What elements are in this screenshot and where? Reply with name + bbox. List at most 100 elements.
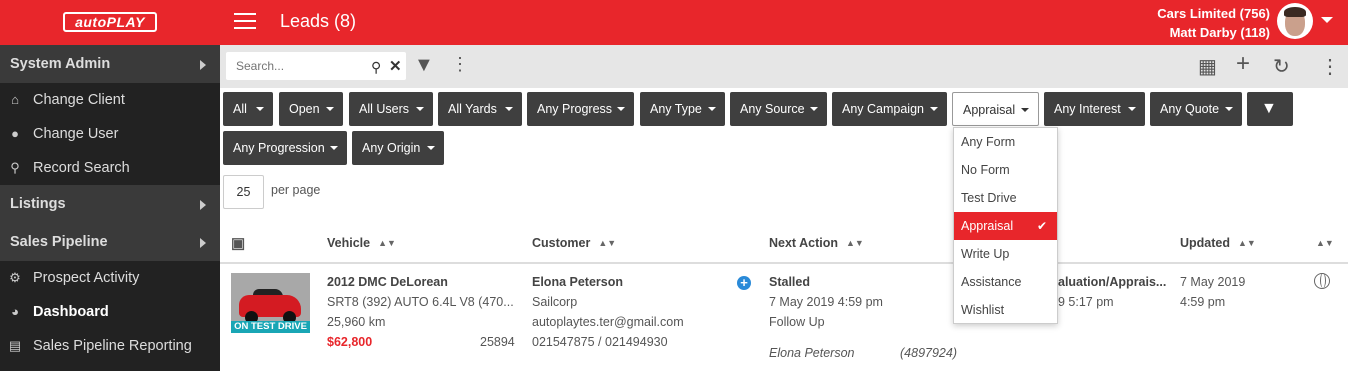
menu-toggle-icon[interactable] <box>234 13 256 31</box>
activity-cell: aluation/Apprais... 9 5:17 pm <box>1058 272 1166 312</box>
stock-number: 25894 <box>480 335 515 349</box>
filter-yards[interactable]: All Yards <box>438 92 522 126</box>
customer-name[interactable]: Elona Peterson <box>532 275 623 289</box>
search-icon[interactable]: ⚲ <box>371 59 381 76</box>
dropdown-option-no-form[interactable]: No Form <box>954 156 1057 184</box>
sidebar-section-system-admin[interactable]: System Admin <box>0 45 220 83</box>
filter-progression[interactable]: Any Progression <box>223 131 347 165</box>
dropdown-option-assistance[interactable]: Assistance <box>954 268 1057 296</box>
caret-down-icon <box>617 107 625 111</box>
caret-down-icon <box>708 107 716 111</box>
chevron-right-icon <box>200 200 206 210</box>
search-box: ⚲ ✕ <box>226 52 406 80</box>
autoplay-logo[interactable]: autoPLAY <box>63 12 157 32</box>
vehicle-spec: SRT8 (392) AUTO 6.4L V8 (470... <box>327 295 514 309</box>
filter-campaign[interactable]: Any Campaign <box>832 92 947 126</box>
sort-icon: ▲▼ <box>378 238 396 248</box>
vehicle-cell: 2012 DMC DeLorean SRT8 (392) AUTO 6.4L V… <box>327 272 522 352</box>
caret-down-icon <box>427 146 435 150</box>
caret-down-icon <box>1128 107 1136 111</box>
per-page-select[interactable]: 25 <box>223 175 264 209</box>
dropdown-option-wishlist[interactable]: Wishlist <box>954 296 1057 324</box>
vehicle-title[interactable]: 2012 DMC DeLorean <box>327 275 448 289</box>
caret-down-icon <box>330 146 338 150</box>
action-status: Stalled <box>769 275 810 289</box>
filter-all[interactable]: All <box>223 92 273 126</box>
chart-icon: ▤ <box>8 338 22 353</box>
sort-icon: ▲▼ <box>1238 238 1256 248</box>
column-header-vehicle[interactable]: Vehicle ▲▼ <box>327 236 396 250</box>
gear-icon: ⚙ <box>9 270 21 285</box>
next-action-cell: Stalled 7 May 2019 4:59 pm Follow Up <box>769 272 969 332</box>
filter-origin[interactable]: Any Origin <box>352 131 444 165</box>
chevron-down-icon[interactable] <box>1321 17 1333 23</box>
sidebar-item-prospect-activity[interactable]: ⚙ Prospect Activity <box>0 261 220 295</box>
sidebar-item-change-client[interactable]: ⌂ Change Client <box>0 83 220 117</box>
vehicle-odometer: 25,960 km <box>327 315 386 329</box>
filter-quote[interactable]: Any Quote <box>1150 92 1242 126</box>
dropdown-option-test-drive[interactable]: Test Drive <box>954 184 1057 212</box>
dashboard-icon: ◕ <box>11 304 19 319</box>
column-options-icon[interactable]: ⋮ <box>451 54 469 75</box>
dropdown-option-appraisal[interactable]: Appraisal ✔ <box>954 212 1057 240</box>
sort-icon: ▲▼ <box>846 238 864 248</box>
caret-down-icon <box>810 107 818 111</box>
customer-phone[interactable]: 021547875 / 021494930 <box>532 332 732 352</box>
globe-icon[interactable] <box>1314 273 1330 289</box>
form-filter-dropdown: Any Form No Form Test Drive Appraisal ✔ W… <box>953 127 1058 324</box>
sidebar: System Admin ⌂ Change Client ● Change User… <box>0 45 220 371</box>
dropdown-option-any-form[interactable]: Any Form <box>954 128 1057 156</box>
sidebar-item-record-search[interactable]: ⚲ Record Search <box>0 151 220 185</box>
avatar[interactable] <box>1277 3 1313 39</box>
sidebar-section-sales-pipeline[interactable]: Sales Pipeline <box>0 223 220 261</box>
filter-progress[interactable]: Any Progress <box>527 92 634 126</box>
activity-time: 9 5:17 pm <box>1058 295 1114 309</box>
filter-source[interactable]: Any Source <box>730 92 827 126</box>
page-title: Leads (8) <box>280 11 357 31</box>
filter-interest[interactable]: Any Interest <box>1044 92 1145 126</box>
caret-down-icon <box>416 107 424 111</box>
filter-users[interactable]: All Users <box>349 92 433 126</box>
sort-icon[interactable]: ▲▼ <box>1316 236 1334 250</box>
add-icon[interactable]: + <box>1236 50 1250 78</box>
per-page-label: per page <box>271 183 321 197</box>
search-icon: ⚲ <box>10 160 20 175</box>
sidebar-item-sales-pipeline-reporting[interactable]: ▤ Sales Pipeline Reporting <box>0 329 220 363</box>
table-row[interactable]: ON TEST DRIVE 2012 DMC DeLorean SRT8 (39… <box>220 265 1348 371</box>
caret-down-icon <box>256 107 264 111</box>
account-info[interactable]: Cars Limited (756) Matt Darby (118) <box>1157 4 1270 42</box>
clear-filters-button[interactable]: ▼ <box>1247 92 1293 126</box>
vehicle-thumbnail[interactable]: ON TEST DRIVE <box>231 273 310 333</box>
vehicle-price: $62,800 <box>327 335 373 349</box>
more-options-icon[interactable]: ⋮ <box>1320 54 1340 79</box>
caret-down-icon <box>326 107 334 111</box>
status-badge: ON TEST DRIVE <box>231 321 310 333</box>
filter-form[interactable]: Appraisal <box>952 92 1039 126</box>
search-input[interactable] <box>226 52 366 80</box>
column-header-next-action[interactable]: Next Action ▲▼ <box>769 236 864 250</box>
updated-time: 4:59 pm <box>1180 295 1226 309</box>
clear-icon[interactable]: ✕ <box>389 57 402 75</box>
assigned-name: Elona Peterson <box>769 346 855 360</box>
toolbar: ⚲ ✕ ▼ ⋮ ▦ + ↻ ⋮ <box>220 45 1348 88</box>
customer-email[interactable]: autoplaytes.ter@gmail.com <box>532 312 732 332</box>
sort-icon: ▲▼ <box>598 238 617 248</box>
add-action-icon[interactable]: + <box>737 276 751 290</box>
sidebar-item-dashboard[interactable]: ◕ Dashboard <box>0 295 220 329</box>
filter-type[interactable]: Any Type <box>640 92 725 126</box>
chevron-right-icon <box>200 60 206 70</box>
filter-icon[interactable]: ▼ <box>414 54 434 77</box>
top-bar: autoPLAY Leads (8) Cars Limited (756) Ma… <box>0 0 1348 45</box>
activity-type: aluation/Apprais... <box>1058 275 1167 289</box>
refresh-icon[interactable]: ↻ <box>1273 54 1290 79</box>
dropdown-option-write-up[interactable]: Write Up <box>954 240 1057 268</box>
calendar-icon[interactable]: ▦ <box>1198 54 1217 79</box>
filter-status[interactable]: Open <box>279 92 343 126</box>
action-date: 7 May 2019 4:59 pm <box>769 295 883 309</box>
column-header-updated[interactable]: Updated ▲▼ <box>1180 236 1256 250</box>
action-type: Follow Up <box>769 315 825 329</box>
sidebar-item-change-user[interactable]: ● Change User <box>0 117 220 151</box>
column-header-customer[interactable]: Customer ▲▼ <box>532 236 616 250</box>
sidebar-section-listings[interactable]: Listings <box>0 185 220 223</box>
checkmark-icon: ✔ <box>1036 219 1047 233</box>
